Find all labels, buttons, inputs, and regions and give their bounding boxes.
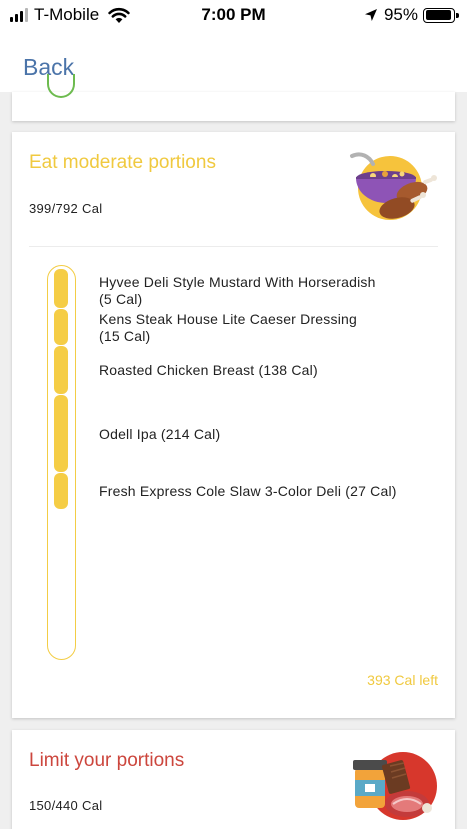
food-item[interactable]: Roasted Chicken Breast (138 Cal) xyxy=(99,362,318,379)
location-arrow-icon xyxy=(364,9,377,21)
food-item[interactable]: Hyvee Deli Style Mustard With Horseradis… xyxy=(99,274,376,308)
limit-portions-card: Limit your portions 150/440 Cal xyxy=(12,730,455,829)
food-item-calories: (15 Cal) xyxy=(99,328,151,344)
food-item-name: Roasted Chicken Breast (138 Cal) xyxy=(99,362,318,378)
divider xyxy=(29,246,438,247)
wifi-icon xyxy=(108,7,130,23)
food-item-calories: (5 Cal) xyxy=(99,291,143,307)
calorie-summary: 399/792 Cal xyxy=(29,201,103,216)
calorie-summary: 150/440 Cal xyxy=(29,798,103,813)
portion-segment xyxy=(54,269,68,308)
food-item-name: Odell Ipa (214 Cal) xyxy=(99,426,221,442)
food-item-name: Hyvee Deli Style Mustard With Horseradis… xyxy=(99,274,376,290)
previous-card xyxy=(12,74,455,121)
food-item[interactable]: Fresh Express Cole Slaw 3-Color Deli (27… xyxy=(99,483,397,500)
card-title: Limit your portions xyxy=(29,750,185,771)
portion-segment xyxy=(54,309,68,345)
status-bar: T-Mobile 7:00 PM 95% xyxy=(0,0,467,30)
progress-arc-icon xyxy=(47,74,75,98)
cellular-signal-icon xyxy=(10,8,28,22)
portion-segment xyxy=(54,473,68,509)
food-item-name: Kens Steak House Lite Caeser Dressing xyxy=(99,311,357,327)
portion-segment xyxy=(54,395,68,472)
chicken-bowl-icon xyxy=(350,152,437,220)
food-item-name: Fresh Express Cole Slaw 3-Color Deli (27… xyxy=(99,483,397,499)
carrier-name: T-Mobile xyxy=(34,5,100,24)
battery-icon xyxy=(423,7,459,23)
food-item[interactable]: Kens Steak House Lite Caeser Dressing (1… xyxy=(99,311,357,345)
portion-segment xyxy=(54,346,68,394)
card-title: Eat moderate portions xyxy=(29,152,216,173)
steak-jar-chocolate-icon xyxy=(353,752,437,820)
battery-percentage: 95% xyxy=(383,5,418,24)
portion-progress-bar xyxy=(47,265,76,660)
calories-remaining: 393 Cal left xyxy=(367,672,438,688)
food-item[interactable]: Odell Ipa (214 Cal) xyxy=(99,426,220,443)
moderate-portions-card: Eat moderate portions 399/792 Cal Hyvee … xyxy=(12,132,455,718)
